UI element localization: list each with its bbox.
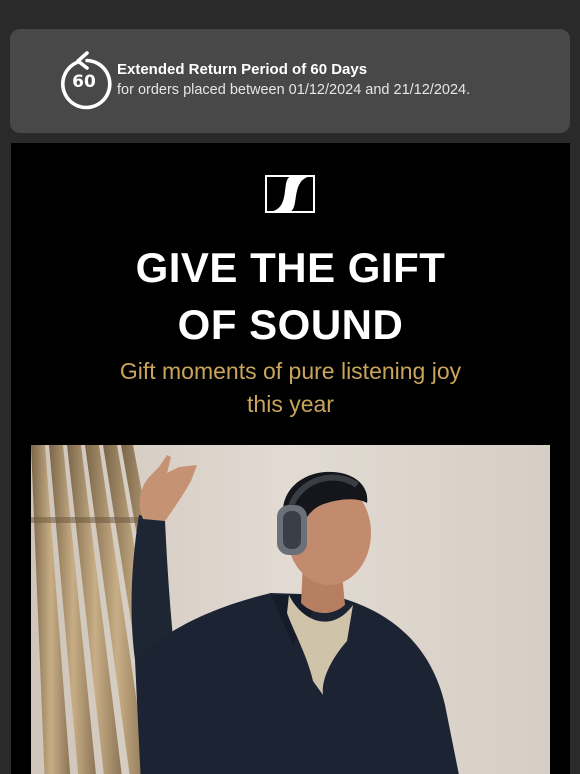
hero-subheadline: Gift moments of pure listening joy this … bbox=[11, 355, 570, 421]
page: 60 Extended Return Period of 60 Days for… bbox=[0, 0, 580, 774]
headline-line-1: GIVE THE GIFT bbox=[135, 244, 446, 291]
return-banner-title: Extended Return Period of 60 Days bbox=[117, 61, 368, 78]
hero-photo[interactable] bbox=[31, 445, 550, 774]
return-arrow-circle-icon: 60 bbox=[56, 50, 114, 112]
hero-headline: GIVE THE GIFT OF SOUND bbox=[11, 239, 570, 353]
return-days-number: 60 bbox=[72, 72, 96, 92]
subheadline-line-1: Gift moments of pure listening joy bbox=[119, 358, 462, 384]
subheadline-line-2: this year bbox=[247, 391, 334, 417]
return-banner-description: for orders placed between 01/12/2024 and… bbox=[117, 82, 471, 98]
email-hero: GIVE THE GIFT OF SOUND Gift moments of p… bbox=[11, 143, 570, 774]
headline-line-2: OF SOUND bbox=[177, 301, 404, 348]
return-period-banner[interactable]: 60 Extended Return Period of 60 Days for… bbox=[10, 29, 570, 133]
sennheiser-logo-icon[interactable] bbox=[265, 175, 315, 213]
